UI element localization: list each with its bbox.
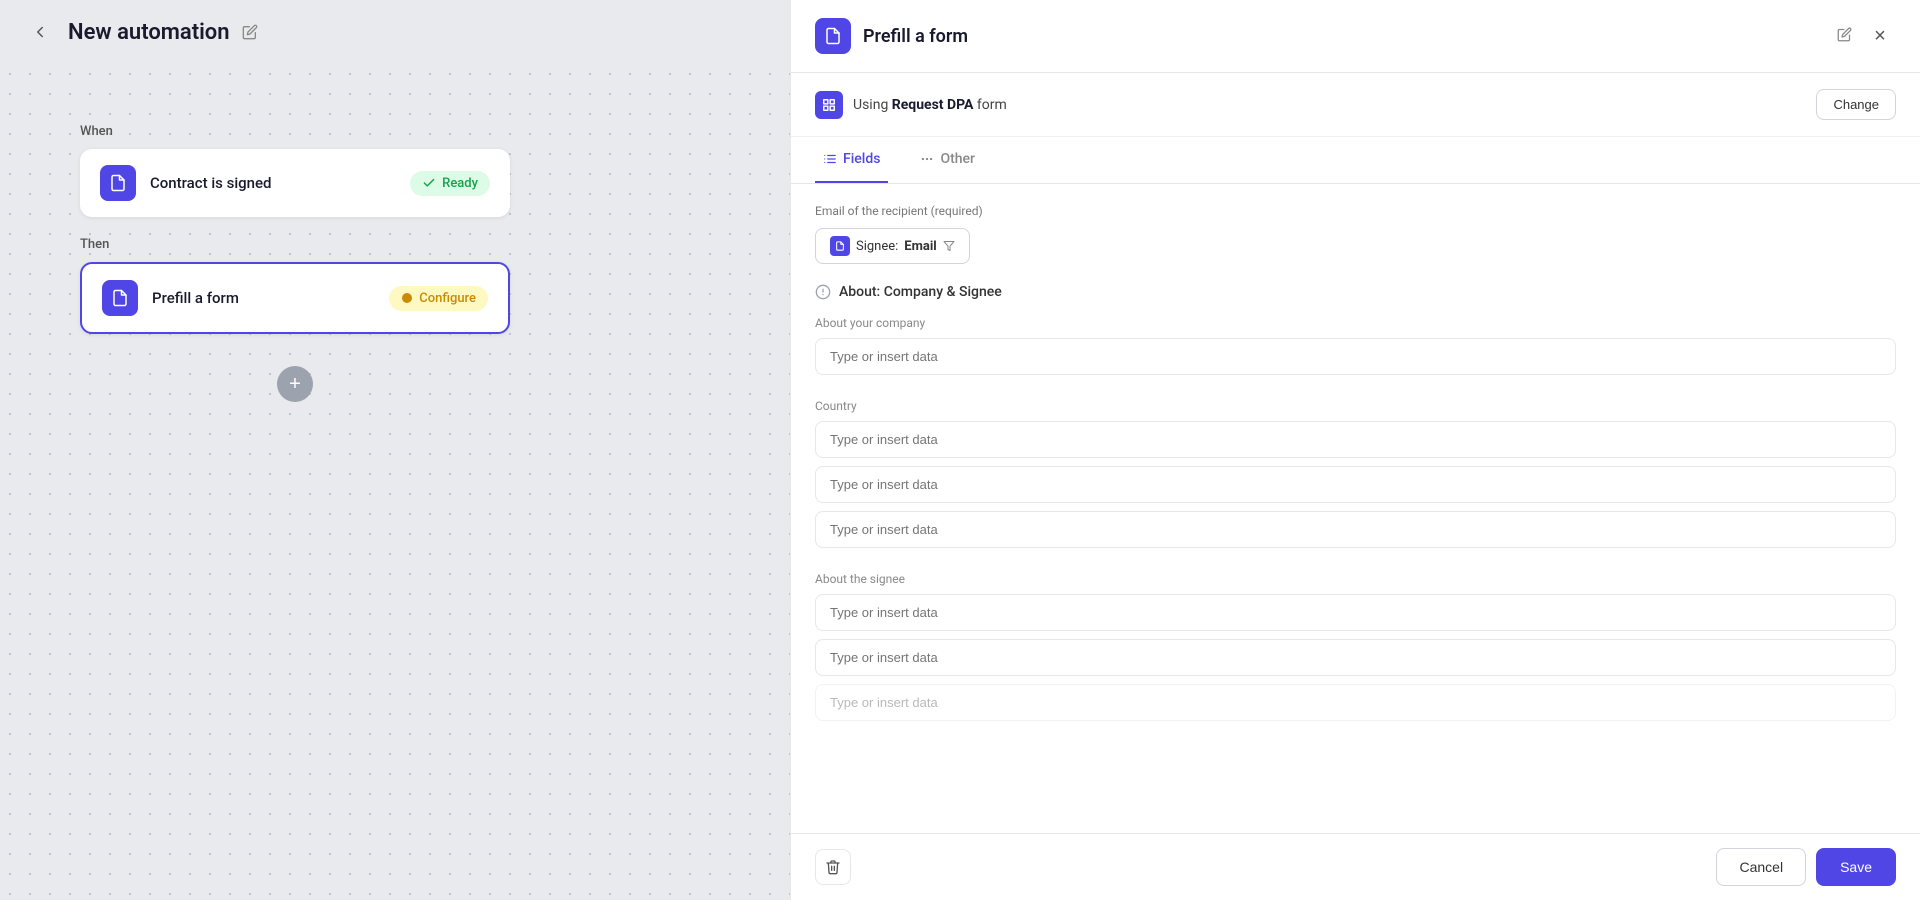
signee-input-1[interactable]	[815, 594, 1896, 631]
email-field-label: Email of the recipient (required)	[815, 204, 1896, 218]
when-label: When	[80, 124, 710, 139]
signee-label: Signee:	[856, 239, 898, 254]
then-section: Then Prefill a form Configure	[80, 237, 710, 334]
left-panel: New automation When Contract is signed R…	[0, 0, 790, 900]
company-input-3[interactable]	[815, 466, 1896, 503]
country-input[interactable]	[815, 421, 1896, 458]
signee-badge[interactable]: Signee: Email	[815, 228, 970, 264]
add-step-button[interactable]: +	[277, 366, 313, 402]
panel-edit-icon[interactable]	[1837, 27, 1852, 46]
when-card-icon	[100, 165, 136, 201]
back-button[interactable]	[24, 16, 56, 48]
then-card-icon	[102, 280, 138, 316]
when-section: When Contract is signed Ready	[80, 124, 710, 217]
footer-right: Cancel Save	[1716, 848, 1896, 886]
save-button[interactable]: Save	[1816, 848, 1896, 886]
using-bar: Using Request DPA form Change	[791, 73, 1920, 137]
panel-footer: Cancel Save	[791, 833, 1920, 900]
close-button[interactable]: ×	[1864, 20, 1896, 52]
top-bar: New automation	[0, 0, 790, 64]
configure-badge: Configure	[389, 286, 488, 311]
signee-input-2[interactable]	[815, 639, 1896, 676]
signee-value: Email	[904, 239, 936, 254]
country-label: Country	[815, 399, 1896, 413]
section-info: About: Company & Signee	[815, 284, 1896, 300]
edit-title-icon[interactable]	[242, 24, 258, 40]
signee-section-label: About the signee	[815, 572, 1896, 586]
panel-body: Using Request DPA form Change Fields Oth…	[791, 73, 1920, 833]
company-input-1[interactable]	[815, 338, 1896, 375]
right-panel: Prefill a form × Using Request DPA form …	[790, 0, 1920, 900]
signee-icon	[830, 236, 850, 256]
company-input-4[interactable]	[815, 511, 1896, 548]
tab-fields[interactable]: Fields	[815, 137, 888, 183]
then-label: Then	[80, 237, 710, 252]
using-icon	[815, 91, 843, 119]
ready-badge: Ready	[410, 171, 490, 196]
company-section-label: About your company	[815, 316, 1896, 330]
panel-header: Prefill a form ×	[791, 0, 1920, 73]
footer-left	[815, 849, 851, 885]
page-title: New automation	[68, 20, 230, 45]
when-card-title: Contract is signed	[150, 174, 396, 192]
using-text: Using Request DPA form	[853, 97, 1806, 113]
tabs-bar: Fields Other	[791, 137, 1920, 184]
panel-title: Prefill a form	[863, 26, 1825, 47]
signee-input-3[interactable]	[815, 684, 1896, 721]
delete-button[interactable]	[815, 849, 851, 885]
form-content: Email of the recipient (required) Signee…	[791, 184, 1920, 749]
then-card-title: Prefill a form	[152, 289, 375, 307]
tab-other[interactable]: Other	[912, 137, 983, 183]
cancel-button[interactable]: Cancel	[1716, 848, 1806, 886]
then-card[interactable]: Prefill a form Configure	[80, 262, 510, 334]
panel-icon	[815, 18, 851, 54]
change-button[interactable]: Change	[1816, 89, 1896, 120]
when-card[interactable]: Contract is signed Ready	[80, 149, 510, 217]
canvas: When Contract is signed Ready Then Prefi…	[0, 64, 790, 900]
